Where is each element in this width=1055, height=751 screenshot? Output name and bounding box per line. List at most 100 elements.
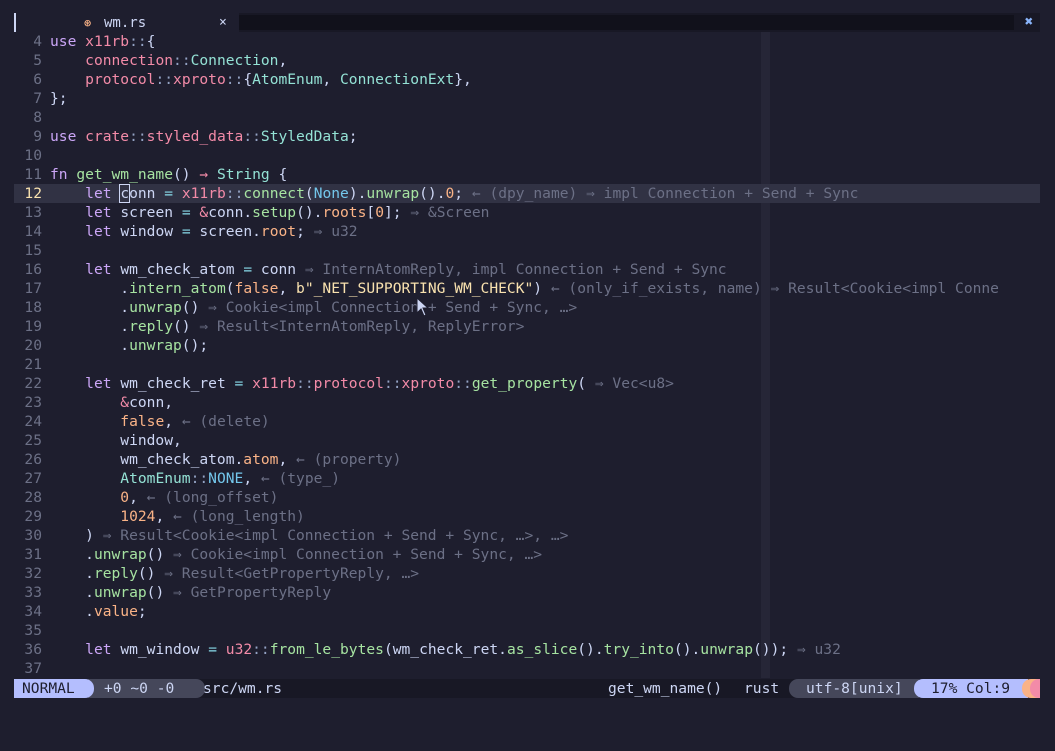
diff-text: +0 ~0 -0 [104, 680, 175, 697]
code-token: (). [296, 204, 323, 221]
code-token: . [50, 337, 130, 354]
code-line[interactable]: 19 .reply() ⇒ Result<InternAtomReply, Re… [14, 317, 1040, 336]
line-number: 35 [24, 622, 42, 639]
code-line[interactable]: 11 fn get_wm_name() → String { [14, 165, 1040, 184]
code-token: :: [225, 71, 244, 88]
code-line[interactable]: 34 .value; [14, 602, 1040, 621]
current-function: get_wm_name() [608, 680, 723, 697]
code-token: , [278, 451, 288, 468]
code-token: b"_NET_SUPPORTING_WM_CHECK" [296, 280, 534, 297]
line-number: 26 [24, 451, 42, 468]
code-token: [ [366, 204, 376, 221]
code-token: unwrap [129, 337, 182, 354]
code-line[interactable]: 24 false, ← (delete) [14, 412, 1040, 431]
line-code: .unwrap() ⇒ Cookie<impl Connection + Sen… [50, 298, 577, 317]
code-token: let [85, 223, 121, 240]
code-token: () [181, 299, 200, 316]
code-token: → [199, 166, 209, 183]
line-number: 37 [24, 660, 42, 677]
code-line[interactable]: 10 [14, 146, 1040, 165]
code-token: , [278, 280, 297, 297]
code-token: }; [50, 90, 68, 107]
code-line[interactable]: 5 connection::Connection, [14, 51, 1040, 70]
code-token: unwrap [93, 546, 147, 563]
line-code: .reply() ⇒ Result<GetPropertyReply, …> [50, 564, 419, 583]
code-line[interactable]: 4 use x11rb::{ [14, 32, 1040, 51]
code-line[interactable]: 22 let wm_check_ret = x11rb::protocol::x… [14, 374, 1040, 393]
code-token: x11rb [181, 185, 226, 202]
code-token: 0 [445, 185, 455, 202]
code-token: false [234, 280, 279, 297]
code-line[interactable]: 26 wm_check_atom.atom, ← (property) [14, 450, 1040, 469]
code-token: :: [155, 71, 174, 88]
inlay-hint: ← (property) [287, 451, 402, 468]
code-line[interactable]: 35 [14, 621, 1040, 640]
line-code: let wm_check_ret = x11rb::protocol::xpro… [50, 374, 674, 393]
line-code: window, [50, 431, 182, 450]
code-line[interactable]: 28 0, ← (long_offset) [14, 488, 1040, 507]
line-number: 4 [33, 33, 42, 50]
code-line[interactable]: 27 AtomEnum::NONE, ← (type_) [14, 469, 1040, 488]
code-line[interactable]: 7}; [14, 89, 1040, 108]
code-line[interactable]: 33 .unwrap() ⇒ GetPropertyReply [14, 583, 1040, 602]
editor-buffer[interactable]: 4 use x11rb::{5 connection::Connection, 6 … [14, 32, 1040, 678]
close-all-icon[interactable]: ✖ [1018, 13, 1040, 32]
code-token: unwrap [366, 185, 420, 202]
inlay-hint: ⇒ Cookie<impl Connection + Send + Sync, … [199, 299, 578, 316]
code-line[interactable]: 30 ) ⇒ Result<Cookie<impl Connection + S… [14, 526, 1040, 545]
mode-indicator: NORMAL [14, 679, 94, 698]
code-line[interactable]: 14 let window = screen.root; ⇒ u32 [14, 222, 1040, 241]
line-number: 16 [24, 261, 42, 278]
code-token: onn [129, 185, 165, 202]
line-code: let screen = &conn.setup().roots[0]; ⇒ &… [50, 203, 489, 222]
code-token: conn, [129, 394, 174, 411]
code-token: :: [296, 375, 314, 392]
code-token: wm_check_atom. [50, 451, 244, 468]
code-token: 1024 [120, 508, 156, 525]
inlay-hint: ⇒ Result<GetPropertyReply, …> [155, 565, 420, 582]
code-token: reply [93, 565, 138, 582]
code-line[interactable]: 29 1024, ← (long_length) [14, 507, 1040, 526]
code-token: let [85, 185, 121, 202]
code-token: from_le_bytes [269, 641, 384, 658]
line-number: 12 [24, 185, 42, 202]
code-line[interactable]: 25 window, [14, 431, 1040, 450]
code-line[interactable]: 21 [14, 355, 1040, 374]
code-line[interactable]: 20 .unwrap(); [14, 336, 1040, 355]
code-token: ( [304, 185, 314, 202]
code-line[interactable]: 9 use crate::styled_data::StyledData; [14, 127, 1040, 146]
code-line[interactable]: 31 .unwrap() ⇒ Cookie<impl Connection + … [14, 545, 1040, 564]
code-line[interactable]: 16 let wm_check_atom = conn ⇒ InternAtom… [14, 260, 1040, 279]
code-line[interactable]: 18 .unwrap() ⇒ Cookie<impl Connection + … [14, 298, 1040, 317]
code-line[interactable]: 15 [14, 241, 1040, 260]
code-token: xproto [401, 375, 455, 392]
line-code: AtomEnum::NONE, ← (type_) [50, 469, 340, 488]
tab-wm-rs[interactable]: ⊛ wm.rs × [14, 13, 239, 32]
file-path[interactable]: src/wm.rs [203, 679, 282, 698]
code-line[interactable]: 36 let wm_window = u32::from_le_bytes(wm… [14, 640, 1040, 659]
code-line[interactable]: 8 [14, 108, 1040, 127]
current-line[interactable]: 12 let conn = x11rb::connect(None).unwra… [14, 184, 1040, 203]
code-token: conn [252, 261, 297, 278]
code-token: unwrap [93, 584, 147, 601]
code-line[interactable]: 6 protocol::xproto::{AtomEnum, Connectio… [14, 70, 1040, 89]
code-line[interactable]: 17 .intern_atom(false, b"_NET_SUPPORTING… [14, 279, 1040, 298]
code-line[interactable]: 23 &conn, [14, 393, 1040, 412]
inlay-hint: ⇒ Vec<u8> [586, 375, 674, 392]
inlay-hint: ⇒ u32 [788, 641, 841, 658]
line-number: 7 [33, 90, 42, 107]
line-code: .unwrap(); [50, 336, 208, 355]
code-line[interactable]: 13 let screen = &conn.setup().roots[0]; … [14, 203, 1040, 222]
code-token: . [50, 565, 94, 582]
code-token: { [269, 166, 288, 183]
tab-close-icon[interactable]: × [219, 15, 227, 30]
tabline: ⊛ wm.rs × ✖ [14, 13, 1040, 32]
line-number: 15 [24, 242, 42, 259]
code-line[interactable]: 37 [14, 659, 1040, 678]
code-line[interactable]: 32 .reply() ⇒ Result<GetPropertyReply, …… [14, 564, 1040, 583]
